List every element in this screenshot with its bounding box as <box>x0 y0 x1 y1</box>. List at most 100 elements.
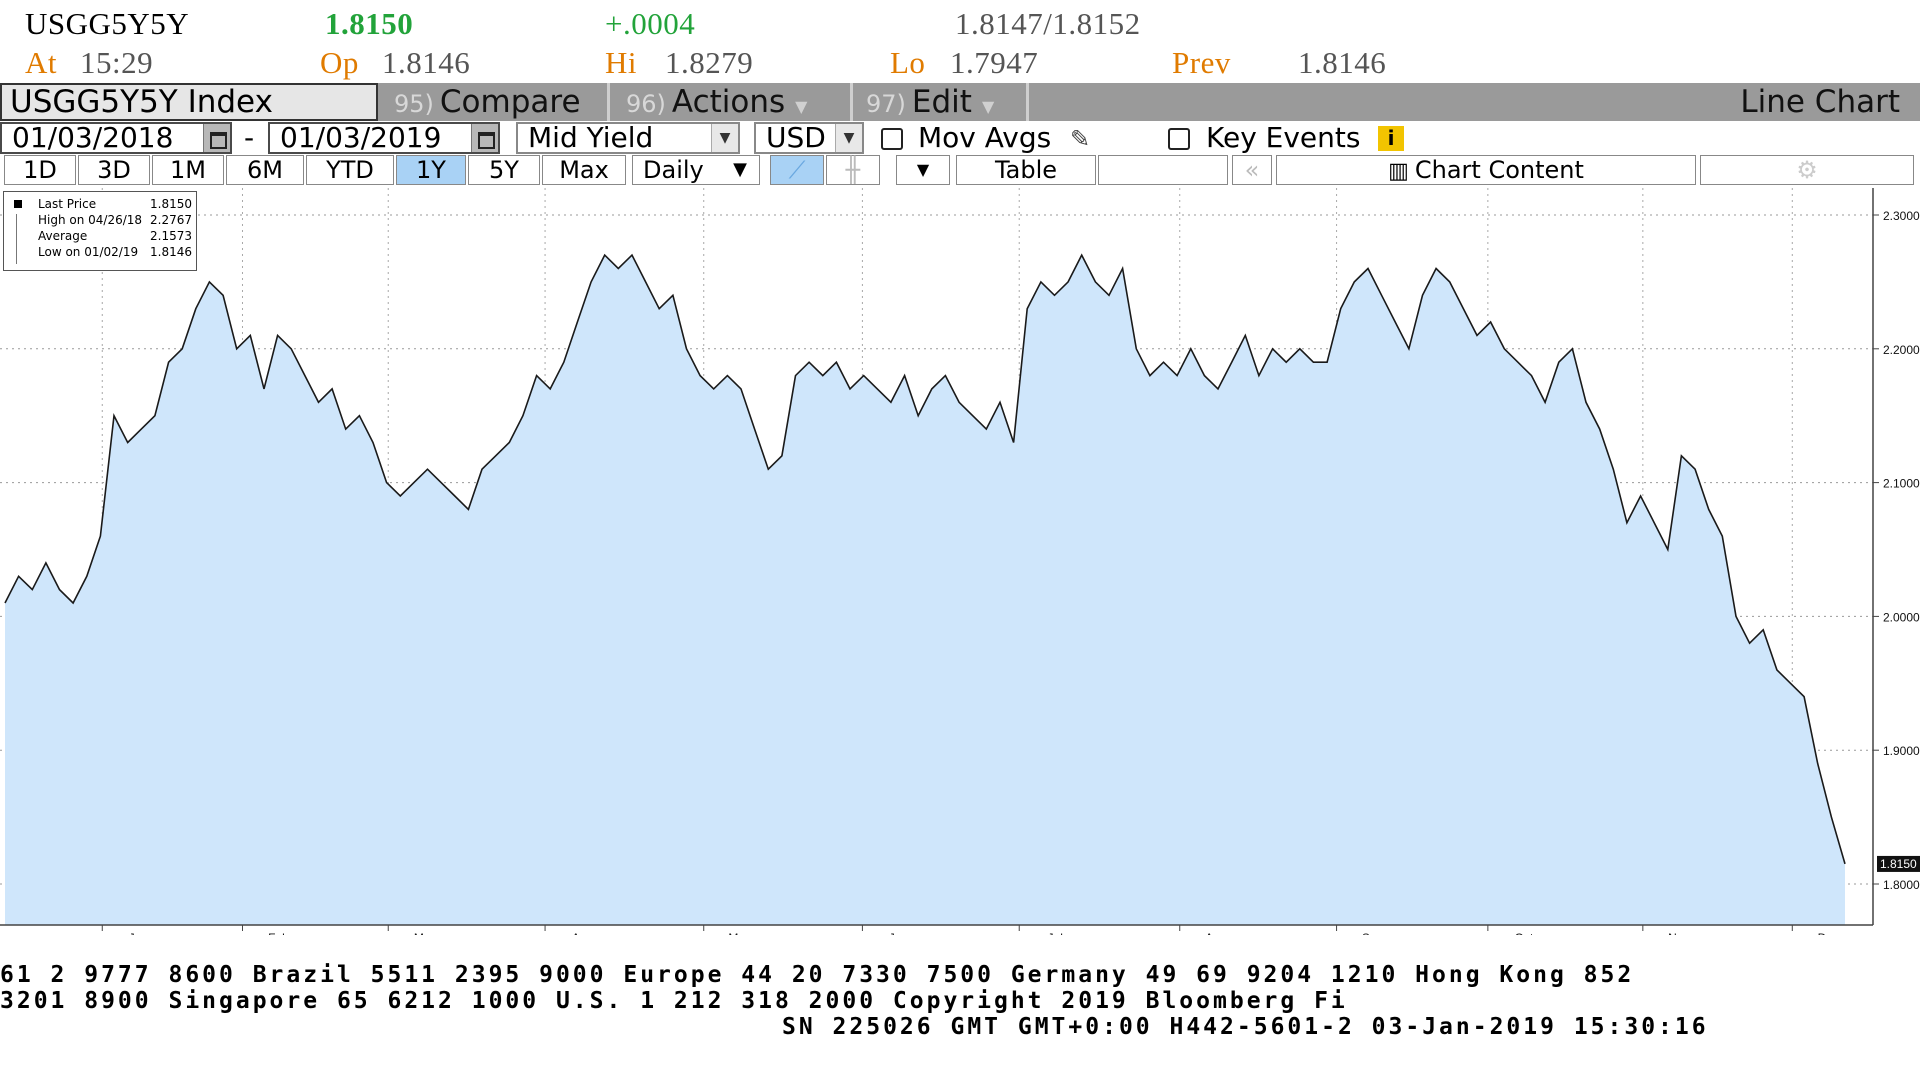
key-events-checkbox[interactable] <box>1168 128 1190 150</box>
end-date-field[interactable]: 01/03/2019 <box>268 122 500 154</box>
security-name: USGG5Y5Y Index <box>10 84 273 120</box>
legend-last-value: 1.8150 <box>150 197 192 211</box>
actions-label: Actions <box>671 84 786 120</box>
currency-select[interactable]: USD ▼ <box>754 122 864 154</box>
frequency-select[interactable]: Daily ▼ <box>632 155 760 185</box>
last-value-tag-label: 1.8150 <box>1880 857 1917 871</box>
open-value: 1.8146 <box>382 45 471 80</box>
key-events-label: Key Events <box>1206 121 1361 154</box>
start-date-field[interactable]: 01/03/2018 <box>0 122 232 154</box>
y-tick-label: 1.9000 <box>1883 744 1920 758</box>
function-toolbar: USGG5Y5Y Index 95) Compare 96) Actions ▼ 97… <box>0 83 1920 121</box>
field-select[interactable]: Mid Yield ▼ <box>516 122 740 154</box>
chevron-down-icon[interactable]: ▼ <box>711 124 738 152</box>
start-date-value: 01/03/2018 <box>12 121 174 154</box>
price-change: +.0004 <box>605 6 696 41</box>
field-select-value: Mid Yield <box>528 121 654 154</box>
toolbar-divider <box>607 83 610 121</box>
bid-ask: 1.8147/1.8152 <box>955 6 1141 41</box>
x-tick-label: Feb <box>268 931 289 935</box>
period-5y-button[interactable]: 5Y <box>468 155 540 185</box>
high-label: Hi <box>605 45 637 80</box>
calendar-icon[interactable] <box>471 124 498 152</box>
pencil-icon[interactable]: ✎ <box>1070 125 1090 153</box>
period-row: 1D 3D 1M 6M YTD 1Y 5Y Max Daily ▼ ⟋ ╫ ▼ T… <box>0 155 1920 188</box>
edit-number: 97) <box>866 90 906 118</box>
chevron-down-icon: ▼ <box>981 97 995 116</box>
compare-number: 95) <box>394 90 434 118</box>
mov-avgs-label: Mov Avgs <box>918 121 1052 154</box>
low-value: 1.7947 <box>950 45 1039 80</box>
legend-bracket <box>16 214 17 264</box>
x-tick-label: Nov <box>1668 931 1689 935</box>
period-1y-button[interactable]: 1Y <box>396 155 466 185</box>
y-tick-label: 2.0000 <box>1883 610 1920 624</box>
collapse-left-icon[interactable]: « <box>1232 155 1272 185</box>
mov-avgs-checkbox[interactable] <box>881 128 903 150</box>
period-6m-button[interactable]: 6M <box>226 155 304 185</box>
x-tick-label: Aug <box>1205 931 1226 935</box>
prev-value: 1.8146 <box>1298 45 1387 80</box>
edit-label: Edit <box>911 84 972 120</box>
y-tick-label: 1.8000 <box>1883 878 1920 892</box>
x-tick-label: May <box>728 931 751 935</box>
period-3d-button[interactable]: 3D <box>78 155 150 185</box>
toolbar-divider <box>850 83 853 121</box>
settings-row: 01/03/2018 - 01/03/2019 Mid Yield ▼ USD … <box>0 121 1920 155</box>
legend-low-label: Low on 01/02/19 <box>38 245 139 259</box>
last-price-marker <box>14 200 22 208</box>
x-tick-label: Sep <box>1362 931 1384 935</box>
footer-session-line: SN 225026 GMT GMT+0:00 H442-5601-2 03-Ja… <box>782 1014 1709 1040</box>
x-tick-label: Oct <box>1515 931 1534 935</box>
legend-average-value: 2.1573 <box>150 229 192 243</box>
yield-line-chart: 2.3000 2.2000 2.1000 2.0000 1.9000 1.8000 1.81… <box>0 188 1920 935</box>
chart-type-title: Line Chart <box>1740 84 1900 120</box>
legend-high-value: 2.2767 <box>150 213 192 227</box>
x-tick-label: Mar <box>414 931 435 935</box>
line-chart-icon[interactable]: ⟋ <box>770 155 824 185</box>
chevron-down-icon[interactable]: ▼ <box>896 155 950 185</box>
chart-legend: Last Price 1.8150 High on 04/26/18 2.276… <box>3 191 197 271</box>
compare-button[interactable]: 95) Compare <box>394 83 581 121</box>
currency-value: USD <box>766 121 826 154</box>
calendar-icon[interactable] <box>203 124 230 152</box>
chart-content-label: Chart Content <box>1414 156 1584 184</box>
footer-contacts-line-2: 3201 8900 Singapore 65 6212 1000 U.S. 1 … <box>0 988 1348 1014</box>
edit-menu[interactable]: 97) Edit ▼ <box>866 83 994 121</box>
blank-button[interactable] <box>1098 155 1228 185</box>
chart-content-icon: ▥ <box>1388 159 1409 184</box>
candle-chart-icon[interactable]: ╫ <box>826 155 880 185</box>
prev-label: Prev <box>1172 45 1231 80</box>
info-icon[interactable]: i <box>1378 126 1404 151</box>
open-label: Op <box>320 45 359 80</box>
chart-content-button[interactable]: ▥ Chart Content <box>1276 155 1696 185</box>
chevron-down-icon[interactable]: ▼ <box>835 124 862 152</box>
legend-last-label: Last Price <box>38 197 97 211</box>
legend-low-value: 1.8146 <box>150 245 192 259</box>
frequency-value: Daily <box>643 156 704 184</box>
last-price: 1.8150 <box>325 6 414 41</box>
legend-average-label: Average <box>38 229 88 243</box>
period-max-button[interactable]: Max <box>542 155 626 185</box>
date-range-dash: - <box>244 121 255 154</box>
compare-label: Compare <box>439 84 581 120</box>
x-tick-label: Jul <box>1048 931 1063 935</box>
y-tick-label: 2.2000 <box>1883 343 1920 357</box>
high-value: 1.8279 <box>665 45 754 80</box>
y-tick-label: 2.3000 <box>1883 209 1920 223</box>
period-ytd-button[interactable]: YTD <box>306 155 394 185</box>
series-area-fill <box>5 255 1845 926</box>
gear-icon[interactable]: ⚙ <box>1700 155 1914 185</box>
ticker: USGG5Y5Y <box>25 6 190 41</box>
period-1d-button[interactable]: 1D <box>4 155 76 185</box>
actions-menu[interactable]: 96) Actions ▼ <box>626 83 807 121</box>
security-field[interactable]: USGG5Y5Y Index <box>0 83 378 121</box>
x-tick-label: Jan <box>129 931 148 935</box>
table-button[interactable]: Table <box>956 155 1096 185</box>
x-tick-label: Dec <box>1818 931 1839 935</box>
end-date-value: 01/03/2019 <box>280 121 442 154</box>
y-tick-label: 2.1000 <box>1883 477 1920 491</box>
period-1m-button[interactable]: 1M <box>152 155 224 185</box>
low-label: Lo <box>890 45 926 80</box>
toolbar-divider <box>1026 83 1029 121</box>
